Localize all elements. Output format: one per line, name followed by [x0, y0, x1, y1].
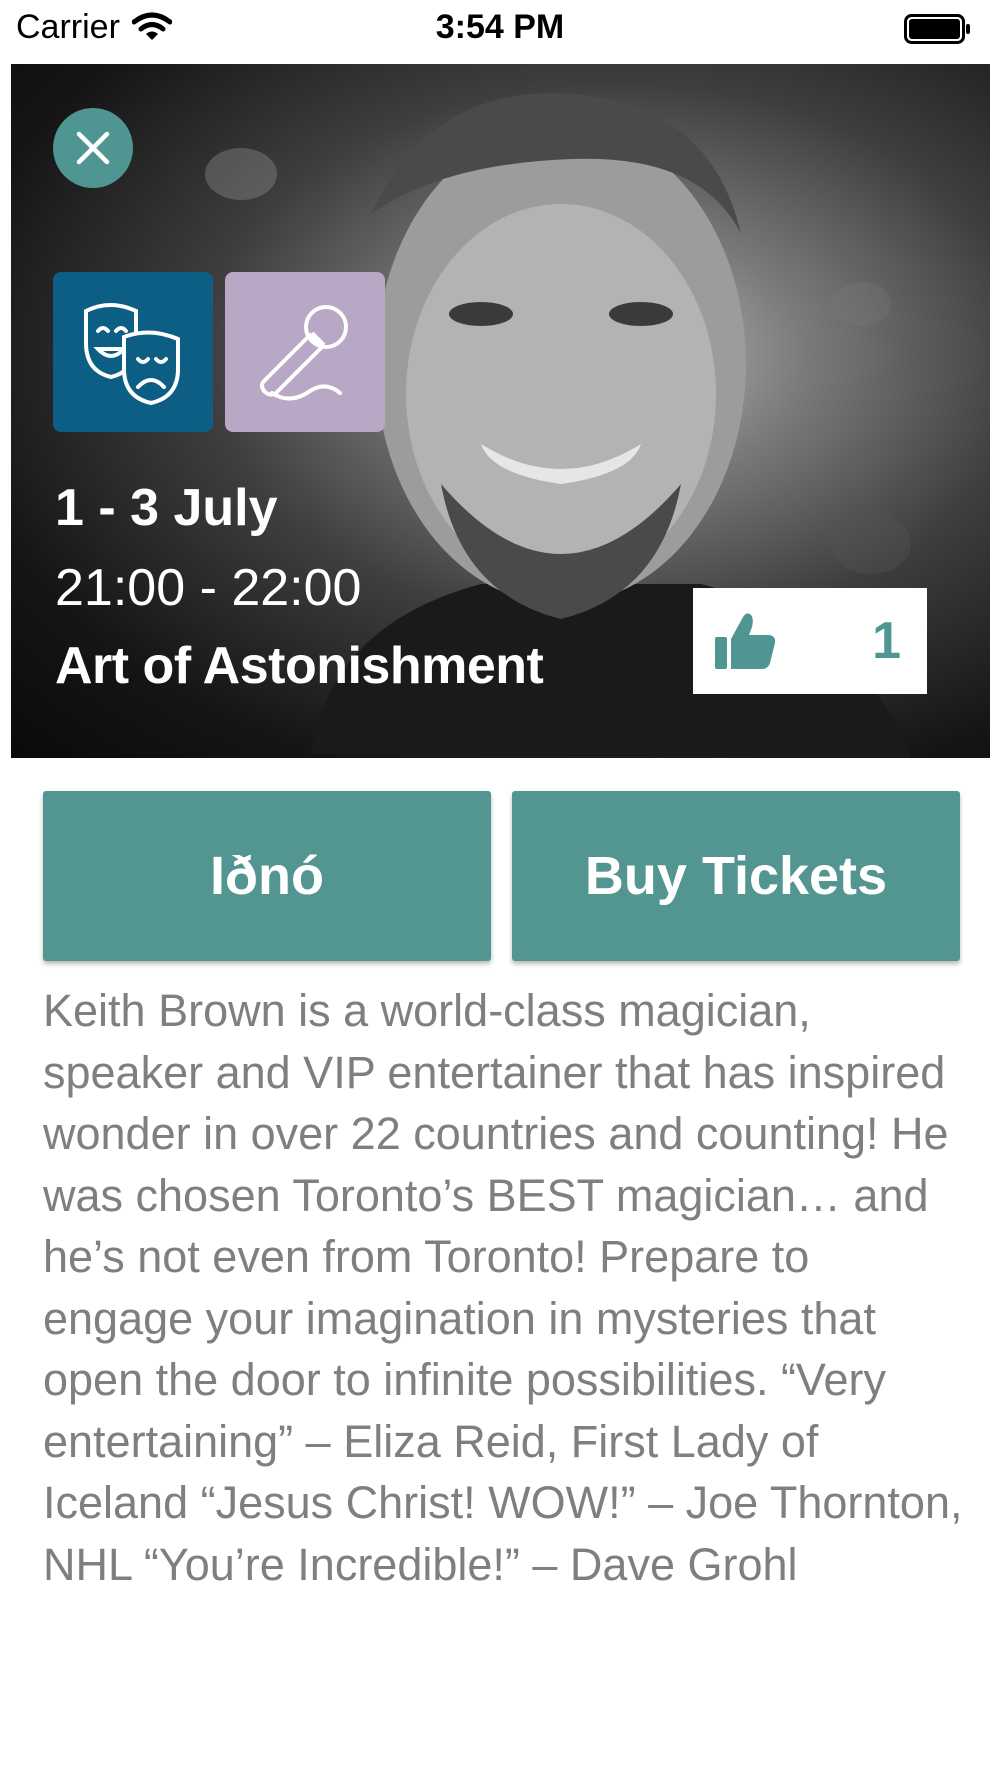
close-button[interactable] [53, 108, 133, 188]
microphone-icon [260, 305, 348, 401]
venue-button[interactable]: Iðnó [43, 791, 491, 961]
like-count: 1 [872, 612, 901, 670]
theatre-masks-icon [84, 303, 180, 406]
close-icon [76, 131, 110, 165]
category-music-badge [225, 272, 385, 432]
thumbs-up-icon [715, 613, 776, 669]
event-hero-image: 1 - 3 July 21:00 - 22:00 Art of Astonish… [11, 64, 990, 758]
category-theatre-badge [53, 272, 213, 432]
buy-tickets-button[interactable]: Buy Tickets [512, 791, 960, 961]
event-date: 1 - 3 July [55, 479, 278, 537]
event-time: 21:00 - 22:00 [55, 559, 362, 617]
status-time: 3:54 PM [435, 8, 565, 46]
event-description: Keith Brown is a world-class magician, s… [43, 985, 963, 1590]
event-title: Art of Astonishment [55, 637, 544, 695]
like-button[interactable]: 1 [693, 588, 927, 694]
status-bar: Carrier 3:54 PM [0, 0, 1000, 60]
battery-icon [904, 14, 972, 49]
